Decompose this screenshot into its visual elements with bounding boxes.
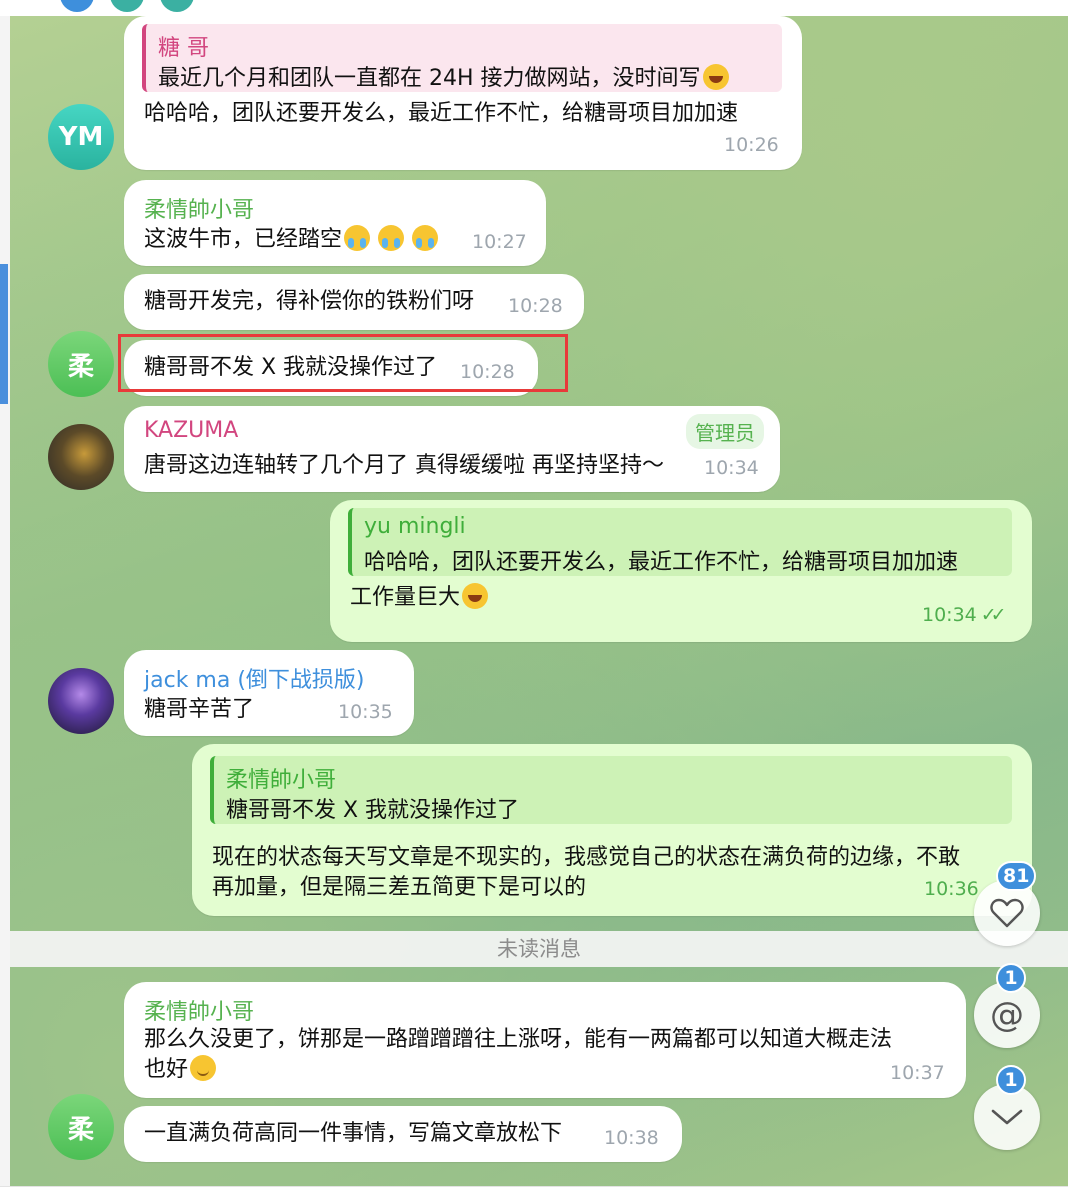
message-text: 哈哈哈，团队还要开发么，最近工作不忙，给糖哥项目加加速 xyxy=(144,101,739,126)
toolbar-avatar[interactable] xyxy=(110,0,144,12)
sender-name[interactable]: 柔情帥小哥 xyxy=(144,994,254,1026)
crying-emoji-icon xyxy=(412,225,439,251)
message-time-value: 10:34 xyxy=(922,604,977,626)
toolbar-avatar[interactable] xyxy=(60,0,94,12)
message-text-line: 那么久没更了，饼那是一路蹭蹭蹭往上涨呀，能有一两篇都可以知道大概走法 xyxy=(144,1027,893,1052)
selection-indicator xyxy=(0,264,8,404)
toolbar-avatar[interactable] xyxy=(160,0,194,12)
smiling-emoji-icon xyxy=(190,1055,217,1081)
sender-name[interactable]: 柔情帥小哥 xyxy=(144,192,254,224)
reply-sender-name: yu mingli xyxy=(364,514,466,539)
top-toolbar xyxy=(0,0,1068,17)
message-bubble-outgoing[interactable]: yu mingli 哈哈哈，团队还要开发么，最近工作不忙，给糖哥项目加加速 工作… xyxy=(330,500,1032,642)
heart-icon xyxy=(990,898,1024,928)
rofl-emoji-icon xyxy=(462,583,489,609)
message-bubble[interactable]: 一直满负荷高同一件事情，写篇文章放松下 10:38 xyxy=(124,1106,682,1162)
sidebar-edge xyxy=(0,16,10,1186)
message-time: 10:35 xyxy=(338,701,393,723)
reply-text: 哈哈哈，团队还要开发么，最近工作不忙，给糖哥项目加加速 xyxy=(364,550,959,575)
message-text: 工作量巨大 xyxy=(350,582,489,613)
message-time: 10:34 ✓✓ xyxy=(922,604,1007,626)
message-time: 10:38 xyxy=(604,1127,659,1149)
reply-quote[interactable]: 柔情帥小哥 糖哥哥不发 X 我就没操作过了 xyxy=(210,756,1012,824)
bottom-bar xyxy=(0,1186,1068,1200)
message-text-line: 再加量，但是隔三差五简更下是可以的 xyxy=(212,875,587,900)
reply-text-content: 最近几个月和团队一直都在 24H 接力做网站，没时间写 xyxy=(158,66,701,91)
message-text-line: 也好 xyxy=(144,1054,217,1085)
message-bubble[interactable]: 糖哥开发完，得补偿你的铁粉们呀 10:28 xyxy=(124,274,584,330)
message-text-content: 也好 xyxy=(144,1057,189,1082)
mentions-count-badge: 1 xyxy=(996,963,1026,993)
message-text-line: 现在的状态每天写文章是不现实的，我感觉自己的状态在满负荷的边缘，不敢 xyxy=(212,845,961,870)
crying-emoji-icon xyxy=(344,225,371,251)
message-text: 唐哥这边连轴转了几个月了 真得缓缓啦 再坚持坚持～ xyxy=(144,453,664,478)
at-sign-icon: @ xyxy=(990,995,1024,1035)
reactions-count-badge: 81 xyxy=(996,861,1037,891)
message-text: 一直满负荷高同一件事情，写篇文章放松下 xyxy=(144,1121,563,1146)
avatar[interactable] xyxy=(48,424,114,490)
message-bubble[interactable]: 糖 哥 最近几个月和团队一直都在 24H 接力做网站，没时间写 哈哈哈，团队还要… xyxy=(124,16,802,170)
unread-count-badge: 1 xyxy=(996,1065,1026,1095)
message-bubble[interactable]: 柔情帥小哥 那么久没更了，饼那是一路蹭蹭蹭往上涨呀，能有一两篇都可以知道大概走法… xyxy=(124,982,966,1098)
message-time: 10:36 xyxy=(924,878,979,900)
message-bubble[interactable]: KAZUMA 管理员 唐哥这边连轴转了几个月了 真得缓缓啦 再坚持坚持～ 10:… xyxy=(124,406,780,492)
chevron-down-icon xyxy=(991,1109,1023,1125)
avatar[interactable]: 柔 xyxy=(48,331,114,397)
message-time: 10:34 xyxy=(704,457,759,479)
message-bubble[interactable]: jack ma (倒下战损版) 糖哥辛苦了 10:35 xyxy=(124,650,414,736)
avatar[interactable]: 柔 xyxy=(48,1094,114,1160)
avatar[interactable] xyxy=(48,668,114,734)
read-checkmarks-icon: ✓✓ xyxy=(980,604,1007,626)
avatar[interactable]: YM xyxy=(48,104,114,170)
message-bubble[interactable]: 柔情帥小哥 这波牛市，已经踏空 10:27 xyxy=(124,180,546,266)
sender-name[interactable]: KAZUMA xyxy=(144,418,238,443)
rofl-emoji-icon xyxy=(702,64,729,90)
unread-divider: 未读消息 xyxy=(10,931,1068,967)
reply-text: 最近几个月和团队一直都在 24H 接力做网站，没时间写 xyxy=(158,60,729,92)
chat-area[interactable]: YM 糖 哥 最近几个月和团队一直都在 24H 接力做网站，没时间写 哈哈哈，团… xyxy=(10,16,1068,1186)
message-bubble-outgoing[interactable]: 柔情帥小哥 糖哥哥不发 X 我就没操作过了 现在的状态每天写文章是不现实的，我感… xyxy=(192,744,1032,916)
reply-quote[interactable]: yu mingli 哈哈哈，团队还要开发么，最近工作不忙，给糖哥项目加加速 xyxy=(348,508,1012,576)
reply-sender-name: 柔情帥小哥 xyxy=(226,768,337,793)
message-time: 10:37 xyxy=(890,1062,945,1084)
message-text: 这波牛市，已经踏空 xyxy=(144,224,439,255)
admin-badge: 管理员 xyxy=(686,414,764,449)
sender-name[interactable]: jack ma (倒下战损版) xyxy=(144,662,365,694)
highlight-box xyxy=(118,334,568,392)
message-time: 10:26 xyxy=(724,134,779,156)
message-text: 糖哥辛苦了 xyxy=(144,697,255,722)
message-text-content: 这波牛市，已经踏空 xyxy=(144,227,343,252)
message-time: 10:28 xyxy=(508,295,563,317)
crying-emoji-icon xyxy=(378,225,405,251)
message-text-content: 工作量巨大 xyxy=(350,585,461,610)
reply-quote[interactable]: 糖 哥 最近几个月和团队一直都在 24H 接力做网站，没时间写 xyxy=(142,24,782,92)
message-text: 糖哥开发完，得补偿你的铁粉们呀 xyxy=(144,289,475,314)
message-time: 10:27 xyxy=(472,231,527,253)
reply-sender-name: 糖 哥 xyxy=(158,36,209,61)
reply-text: 糖哥哥不发 X 我就没操作过了 xyxy=(226,798,520,823)
